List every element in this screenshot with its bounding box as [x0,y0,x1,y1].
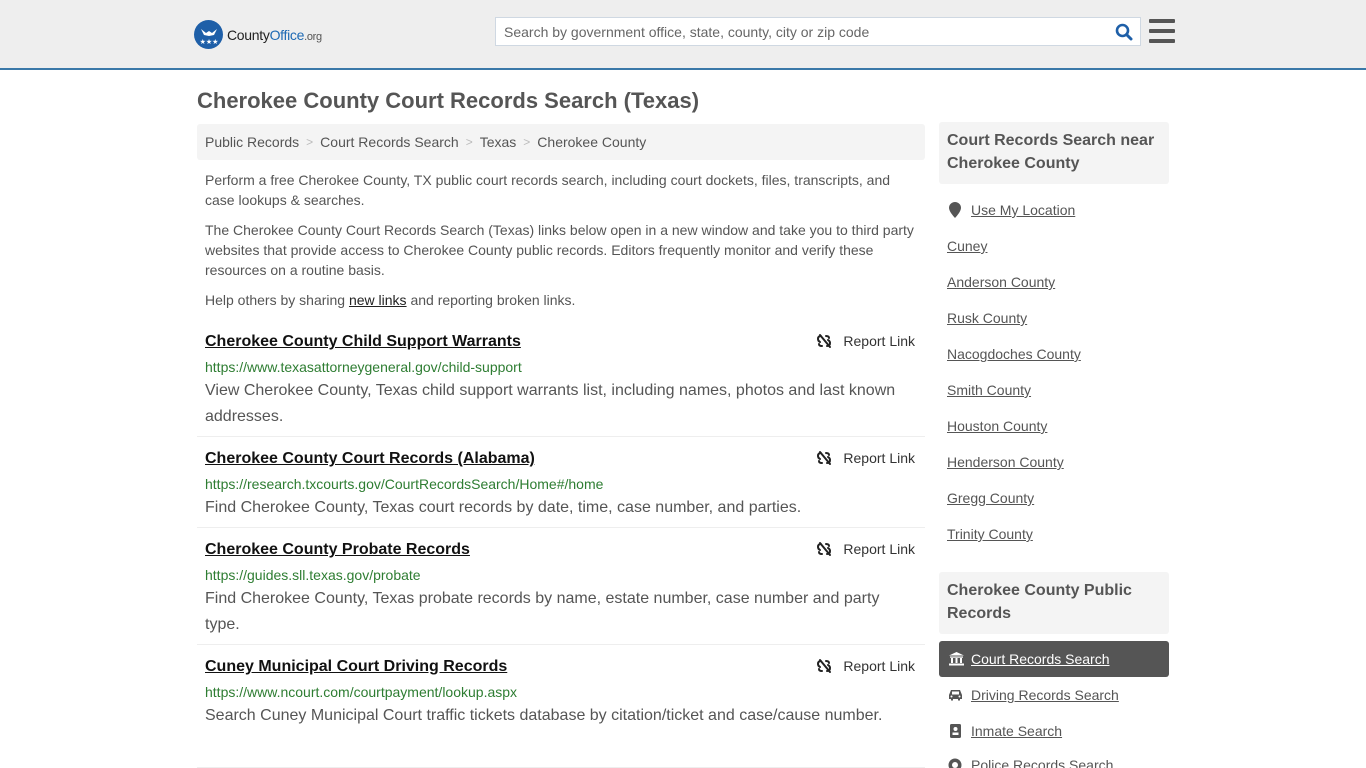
svg-text:★★★: ★★★ [199,38,218,46]
search-button[interactable] [1108,18,1140,45]
sidebar-item-driving-records-search[interactable]: Driving Records Search [947,687,1119,703]
site-search [495,17,1141,46]
listing-url: https://research.txcourts.gov/CourtRecor… [205,476,604,492]
id-badge-icon [947,724,963,738]
broken-link-icon [817,659,832,673]
broken-link-icon [817,451,832,465]
listing-description: Find Cherokee County, Texas probate reco… [205,590,880,633]
public-records-heading: Cherokee County Public Records [939,572,1169,634]
map-marker-icon [947,202,963,218]
list-item: Cherokee County Child Support Warrants R… [197,327,925,437]
nearby-link-cuney[interactable]: Cuney [947,238,987,254]
search-icon [1115,23,1133,40]
breadcrumb-texas[interactable]: Texas [480,134,517,150]
search-input[interactable] [496,18,1108,45]
site-logo[interactable]: ★★★ CountyOffice.org [194,20,322,49]
intro-paragraph: Help others by sharing new links and rep… [205,292,576,308]
hamburger-menu-icon[interactable] [1149,19,1175,43]
sidebar-item-inmate-search[interactable]: Inmate Search [947,723,1062,739]
courthouse-icon [948,652,964,666]
nearby-link-gregg-county[interactable]: Gregg County [947,490,1034,506]
nearby-link-henderson-county[interactable]: Henderson County [947,454,1064,470]
broken-link-icon [817,542,832,556]
listing-description: Search Cuney Municipal Court traffic tic… [205,707,883,724]
intro-text: Perform a free Cherokee County, TX publi… [205,170,920,320]
list-item: Cuney Municipal Court Driving Records Re… [197,652,925,768]
breadcrumb-separator: > [523,135,531,149]
list-item: Cherokee County Probate Records Report L… [197,535,925,645]
report-link-button[interactable]: Report Link [816,333,915,349]
listing-title-link[interactable]: Cherokee County Court Records (Alabama) [205,450,535,468]
sidebar-item-police-records-search[interactable]: Police Records Search [947,757,1113,768]
report-link-button[interactable]: Report Link [816,541,915,557]
use-my-location-link[interactable]: Use My Location [947,202,1075,218]
nearby-heading: Court Records Search near Cherokee Count… [939,122,1169,184]
nearby-link-trinity-county[interactable]: Trinity County [947,526,1033,542]
broken-link-icon [817,334,832,348]
breadcrumb-separator: > [465,135,473,149]
nearby-link-anderson-county[interactable]: Anderson County [947,274,1055,290]
nearby-link-houston-county[interactable]: Houston County [947,418,1047,434]
breadcrumb: Public Records > Court Records Search > … [197,124,925,160]
nearby-link-rusk-county[interactable]: Rusk County [947,310,1027,326]
nearby-link-smith-county[interactable]: Smith County [947,382,1031,398]
breadcrumb-court-records-search[interactable]: Court Records Search [320,134,459,150]
intro-paragraph: Perform a free Cherokee County, TX publi… [205,172,891,208]
listing-url: https://www.ncourt.com/courtpayment/look… [205,684,518,700]
listing-url: https://www.texasattorneygeneral.gov/chi… [205,359,522,375]
report-link-button[interactable]: Report Link [816,450,915,466]
breadcrumb-separator: > [306,135,314,149]
listing-url: https://guides.sll.texas.gov/probate [205,567,421,583]
police-badge-icon [947,758,963,768]
nearby-link-nacogdoches-county[interactable]: Nacogdoches County [947,346,1081,362]
car-icon [947,689,963,701]
listing-title-link[interactable]: Cherokee County Child Support Warrants [205,333,521,351]
sidebar-item-court-records-search[interactable]: Court Records Search [939,641,1169,677]
breadcrumb-public-records[interactable]: Public Records [205,134,299,150]
top-header: ★★★ CountyOffice.org [0,0,1366,70]
listing-description: View Cherokee County, Texas child suppor… [205,382,896,425]
breadcrumb-current: Cherokee County [537,134,647,150]
listing-description: Find Cherokee County, Texas court record… [205,499,802,516]
new-links-link[interactable]: new links [349,292,407,308]
intro-paragraph: The Cherokee County Court Records Search… [205,222,914,278]
page-title: Cherokee County Court Records Search (Te… [197,88,700,113]
eagle-stars-logo-icon: ★★★ [194,20,223,49]
logo-wordmark: CountyOffice.org [227,26,322,43]
list-item: Cherokee County Court Records (Alabama) … [197,444,925,528]
report-link-button[interactable]: Report Link [816,658,915,674]
listing-title-link[interactable]: Cherokee County Probate Records [205,541,470,559]
listing-title-link[interactable]: Cuney Municipal Court Driving Records [205,658,507,676]
